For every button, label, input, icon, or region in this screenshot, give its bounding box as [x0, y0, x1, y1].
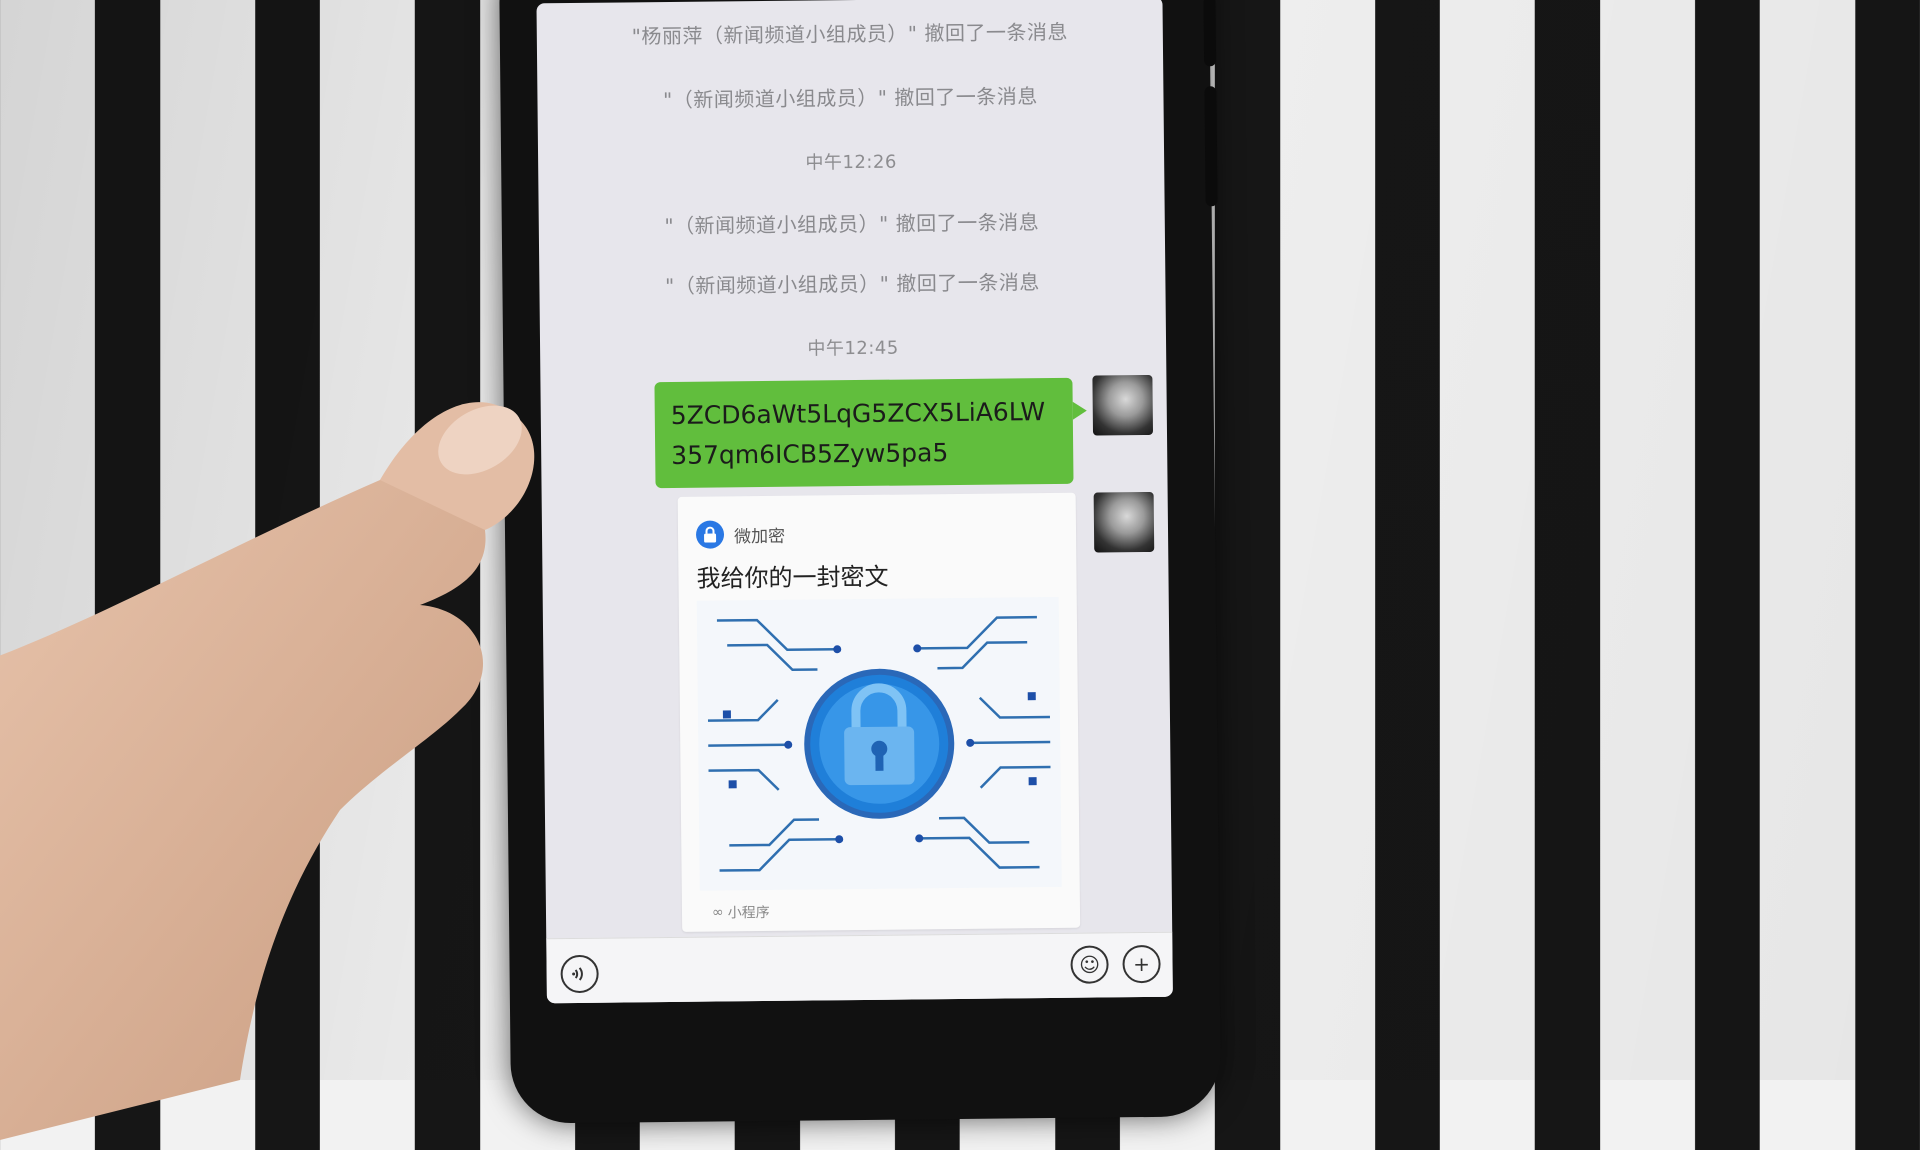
timestamp: 中午12:45 [807, 337, 899, 360]
chat-input-bar: ☺ + [546, 931, 1173, 1004]
photo-scene: "杨丽萍（新闻频道小组成员）" 撤回了一条消息 "（新闻频道小组成员）" 撤回了… [0, 0, 1920, 1140]
card-header: 微加密 [695, 520, 786, 549]
mini-program-icon: ∞ [711, 904, 724, 921]
avatar[interactable] [1092, 374, 1154, 436]
system-message: "（新闻频道小组成员）" 撤回了一条消息 [664, 270, 1040, 299]
emoji-icon[interactable]: ☺ [1070, 945, 1109, 984]
lock-icon [695, 520, 725, 549]
card-footer-label: 小程序 [727, 904, 770, 922]
mini-program-card[interactable]: 微加密 我给你的一封密文 ∞ 小程序 [677, 492, 1081, 932]
voice-icon[interactable] [560, 954, 599, 994]
timestamp: 中午12:26 [805, 151, 897, 174]
plus-icon[interactable]: + [1122, 944, 1161, 984]
card-source-label: 微加密 [733, 526, 786, 547]
chat-message-list[interactable]: "杨丽萍（新闻频道小组成员）" 撤回了一条消息 "（新闻频道小组成员）" 撤回了… [536, 0, 1162, 932]
card-footer: ∞ 小程序 [712, 902, 770, 923]
avatar[interactable] [1093, 491, 1155, 553]
card-title: 我给你的一封密文 [696, 562, 889, 593]
chat-screen: "杨丽萍（新闻频道小组成员）" 撤回了一条消息 "（新闻频道小组成员）" 撤回了… [536, 0, 1173, 1004]
phone-volume-button [1204, 86, 1218, 207]
sent-message-bubble[interactable]: 5ZCD6aWt5LqG5ZCX5LiA6LW357qm6ICB5Zyw5pa5 [654, 377, 1074, 489]
system-message: "杨丽萍（新闻频道小组成员）" 撤回了一条消息 [631, 19, 1069, 49]
system-message: "（新闻频道小组成员）" 撤回了一条消息 [664, 210, 1040, 239]
lock-circuit-illustration [696, 596, 1062, 891]
system-message: "（新闻频道小组成员）" 撤回了一条消息 [662, 84, 1038, 113]
smartphone: "杨丽萍（新闻频道小组成员）" 撤回了一条消息 "（新闻频道小组成员）" 撤回了… [498, 0, 1222, 1124]
phone-side-button [1203, 0, 1217, 67]
